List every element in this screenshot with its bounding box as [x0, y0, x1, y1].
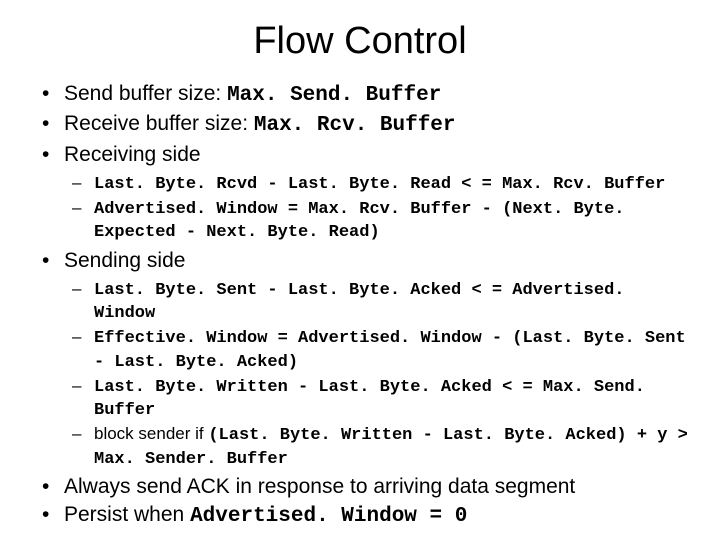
bullet-label: Receive buffer size: [64, 112, 254, 135]
bullet-label: Sending side [64, 249, 185, 272]
bullet-label: Send buffer size: [64, 82, 227, 105]
code-text: Advertised. Window = Max. Rcv. Buffer - … [94, 200, 625, 242]
slide-title: Flow Control [28, 20, 692, 63]
bullet-receive-buffer: Receive buffer size: Max. Rcv. Buffer [64, 111, 692, 139]
code-text: Max. Send. Buffer [227, 84, 441, 107]
slide: Flow Control Send buffer size: Max. Send… [0, 0, 720, 540]
sub-list-sending: Last. Byte. Sent - Last. Byte. Acked < =… [64, 278, 692, 470]
sub-bullet: Effective. Window = Advertised. Window -… [94, 326, 692, 373]
bullet-always-ack: Always send ACK in response to arriving … [64, 474, 692, 500]
bullet-send-buffer: Send buffer size: Max. Send. Buffer [64, 81, 692, 109]
sub-bullet-label: block sender if [94, 424, 208, 443]
sub-bullet: Last. Byte. Written - Last. Byte. Acked … [94, 375, 692, 422]
sub-bullet: Last. Byte. Sent - Last. Byte. Acked < =… [94, 278, 692, 325]
sub-bullet: Advertised. Window = Max. Rcv. Buffer - … [94, 197, 692, 244]
code-text: Last. Byte. Sent - Last. Byte. Acked < =… [94, 281, 625, 323]
bullet-persist: Persist when Advertised. Window = 0 [64, 502, 692, 530]
bullet-receiving-side: Receiving side Last. Byte. Rcvd - Last. … [64, 142, 692, 244]
code-text: Last. Byte. Rcvd - Last. Byte. Read < = … [94, 175, 665, 194]
code-text: Max. Rcv. Buffer [254, 114, 456, 137]
bullet-sending-side: Sending side Last. Byte. Sent - Last. By… [64, 248, 692, 470]
code-text: Last. Byte. Written - Last. Byte. Acked … [94, 378, 645, 420]
bullet-label: Always send ACK in response to arriving … [64, 475, 575, 498]
bullet-list: Send buffer size: Max. Send. Buffer Rece… [28, 81, 692, 530]
bullet-label: Receiving side [64, 143, 201, 166]
sub-bullet: block sender if (Last. Byte. Written - L… [94, 423, 692, 470]
code-text: Effective. Window = Advertised. Window -… [94, 329, 686, 371]
bullet-label: Persist when [64, 503, 190, 526]
code-text: Advertised. Window = 0 [190, 505, 467, 528]
sub-list-receiving: Last. Byte. Rcvd - Last. Byte. Read < = … [64, 172, 692, 244]
sub-bullet: Last. Byte. Rcvd - Last. Byte. Read < = … [94, 172, 692, 195]
